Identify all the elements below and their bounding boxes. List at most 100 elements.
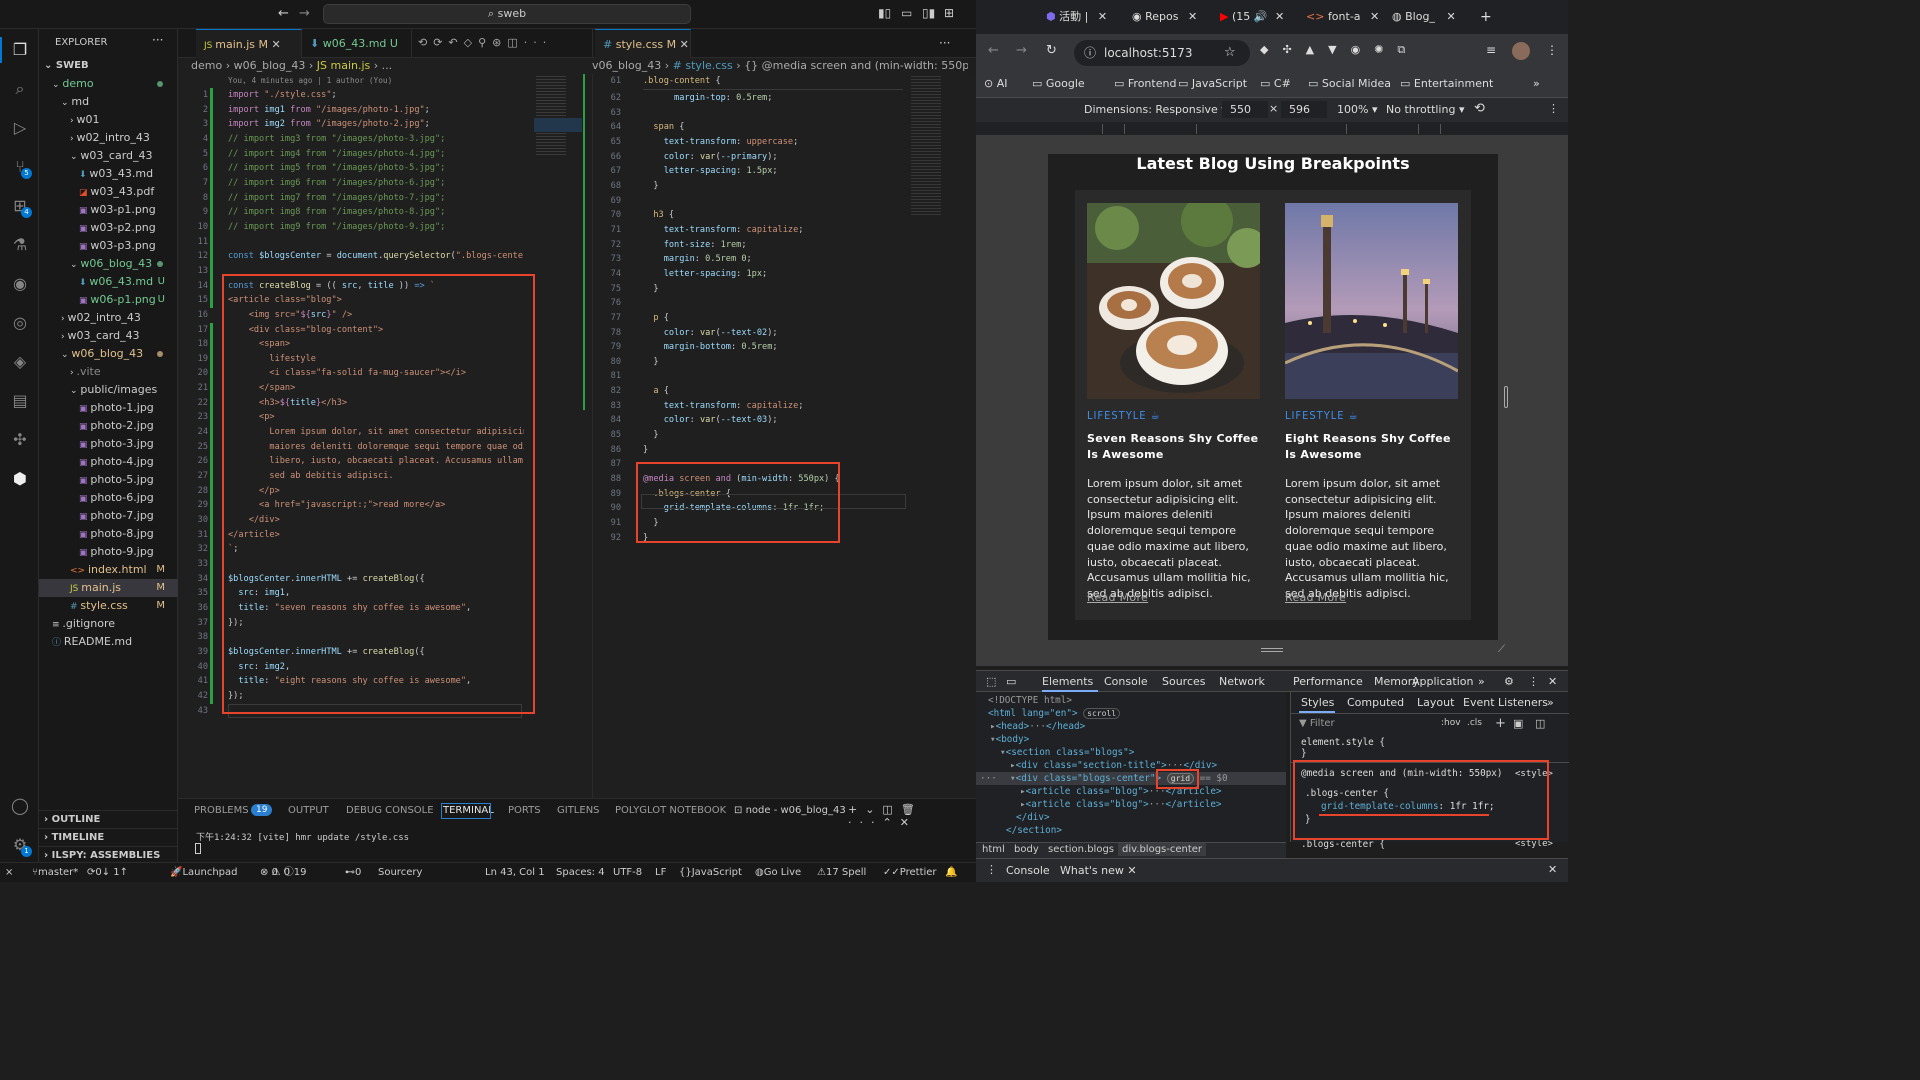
- problems-status[interactable]: ⊗ 0 ⚠ 0 ⓘ 19: [260, 863, 306, 882]
- bookmark-1[interactable]: ▭ Google: [1032, 77, 1085, 90]
- rotate-icon[interactable]: ⟲: [1474, 101, 1485, 116]
- devtools-close-icon[interactable]: ✕: [1548, 675, 1557, 688]
- hov-toggle[interactable]: :hov: [1441, 718, 1461, 728]
- panel-tab-polyglot-notebook[interactable]: POLYGLOT NOTEBOOK: [615, 805, 726, 816]
- width-input[interactable]: 550: [1222, 101, 1268, 118]
- drawer-tab-whats-new[interactable]: What's new ✕: [1060, 864, 1137, 877]
- devtools-settings-icon[interactable]: ⚙: [1504, 675, 1514, 688]
- notifications-icon[interactable]: 🔔: [945, 863, 957, 882]
- sync-status[interactable]: ⟳ 0↓ 1↑: [87, 863, 128, 882]
- chrome-menu-icon[interactable]: ⋮: [1546, 43, 1558, 57]
- crumb-blogs-center[interactable]: div.blogs-center: [1118, 843, 1207, 856]
- launchpad-status[interactable]: 🚀 Launchpad: [170, 863, 238, 882]
- ports-status[interactable]: ⊷ 0: [345, 863, 361, 882]
- bookmark-6[interactable]: ▭ Entertainment: [1400, 77, 1493, 90]
- panel-tab-ports[interactable]: PORTS: [508, 805, 541, 816]
- style-source-link[interactable]: <style>: [1515, 769, 1553, 779]
- forward-icon[interactable]: →: [1016, 43, 1027, 58]
- address-bar[interactable]: ⓘ localhost:5173 ☆: [1074, 40, 1250, 66]
- profile-avatar[interactable]: [1512, 42, 1530, 60]
- toggle-panel-icon[interactable]: ▭: [901, 6, 912, 20]
- tab-blog-active[interactable]: ◍ Blog_ ✕: [1392, 7, 1474, 27]
- tree-item[interactable]: ≡ .gitignore: [39, 615, 178, 633]
- dom-body[interactable]: ▾<body>: [990, 733, 1029, 746]
- tree-item[interactable]: ▣ w03-p3.png: [39, 237, 178, 255]
- tree-item[interactable]: ▣ photo-9.jpg: [39, 543, 178, 561]
- device-toggle-icon[interactable]: ▭: [1006, 675, 1016, 688]
- dom-section-title[interactable]: ▸<div class="section-title">···</div>: [1010, 759, 1217, 772]
- outline-section[interactable]: › OUTLINE: [39, 810, 178, 828]
- prettier-status[interactable]: ✓✓ Prettier: [883, 863, 937, 882]
- dom-html[interactable]: <html lang="en"> scroll: [988, 707, 1121, 720]
- read-more-link[interactable]: Read More: [1087, 591, 1148, 604]
- sidebar-toggle-icon[interactable]: ◫: [1535, 717, 1545, 730]
- tree-item[interactable]: ▣ photo-2.jpg: [39, 417, 178, 435]
- tree-item[interactable]: ⬇ w06_43.md U: [39, 273, 178, 291]
- tree-item[interactable]: › w01: [39, 111, 178, 129]
- dom-div-close[interactable]: </div>: [1016, 811, 1050, 824]
- bookmark-3[interactable]: ▭ JavaScript: [1178, 77, 1247, 90]
- throttle-select[interactable]: No throttling ▾: [1386, 103, 1464, 116]
- devtools-tab-sources[interactable]: Sources: [1162, 675, 1206, 688]
- crumb-body[interactable]: body: [1014, 844, 1039, 855]
- crumb-section[interactable]: section.blogs: [1048, 844, 1114, 855]
- crumb-html[interactable]: html: [982, 844, 1005, 855]
- panel-actions-icons[interactable]: +⌄◫🗑···⌃✕: [848, 803, 976, 829]
- devtools-tab-performance[interactable]: Performance: [1293, 675, 1363, 688]
- bookmark-star-icon[interactable]: ☆: [1224, 40, 1236, 66]
- extension-icons[interactable]: ◆✣▲▼◉✺⧉: [1260, 43, 1419, 57]
- cursor-position[interactable]: Ln 43, Col 1: [485, 863, 545, 882]
- tree-item[interactable]: JS main.js M: [39, 579, 178, 597]
- tree-item[interactable]: ▣ photo-6.jpg: [39, 489, 178, 507]
- more-tabs-icon[interactable]: »: [1478, 675, 1485, 688]
- rule-declaration[interactable]: grid-template-columns: 1fr 1fr;: [1321, 801, 1495, 812]
- run-debug-icon[interactable]: ▷: [7, 115, 33, 141]
- tab-1[interactable]: ⬢ 活動 | ✕: [1046, 7, 1116, 27]
- terminal-output[interactable]: 下午1:24:32 [vite] hmr update /style.css: [196, 830, 409, 843]
- tree-item[interactable]: ▣ photo-1.jpg: [39, 399, 178, 417]
- styles-tab-computed[interactable]: Computed: [1347, 696, 1404, 709]
- read-more-link[interactable]: Read More: [1285, 591, 1346, 604]
- element-style-rule[interactable]: element.style {}: [1301, 737, 1385, 759]
- code-style-css[interactable]: margin-top: 0.5rem; span { text-transfor…: [643, 91, 913, 545]
- style-source-link-2[interactable]: <style>: [1515, 839, 1553, 849]
- language-mode[interactable]: {} JavaScript: [679, 863, 742, 882]
- close-icon[interactable]: ✕: [680, 38, 689, 51]
- workspace-root[interactable]: ⌄ SWEB: [39, 57, 178, 75]
- tree-item[interactable]: ▣ photo-5.jpg: [39, 471, 178, 489]
- tree-item[interactable]: › .vite: [39, 363, 178, 381]
- search-icon[interactable]: ⌕: [7, 76, 33, 102]
- more-actions-icon[interactable]: ···: [152, 33, 163, 47]
- remote-icon[interactable]: ⨯: [5, 863, 13, 882]
- tab-3[interactable]: ▶ (15 🔊 ✕: [1220, 7, 1292, 27]
- reload-icon[interactable]: ↻: [1046, 43, 1057, 58]
- device-menu-icon[interactable]: ⋮: [1548, 102, 1559, 115]
- bookmark-5[interactable]: ▭ Social Midea: [1308, 77, 1391, 90]
- tree-item[interactable]: ⌄ public/images: [39, 381, 178, 399]
- media-query-ruler[interactable]: [976, 122, 1568, 136]
- resize-corner-icon[interactable]: ⟋: [1498, 644, 1505, 655]
- left-editor[interactable]: You, 4 minutes ago | 1 author (You) 1 2 …: [178, 74, 592, 798]
- tree-item[interactable]: ▣ photo-4.jpg: [39, 453, 178, 471]
- command-center-search[interactable]: ⌕ sweb: [323, 4, 691, 24]
- close-icon[interactable]: ✕: [272, 38, 281, 51]
- tree-item[interactable]: › w03_card_43: [39, 327, 178, 345]
- account-icon[interactable]: ◯: [7, 793, 33, 819]
- grid-badge[interactable]: grid: [1166, 773, 1195, 784]
- tree-item[interactable]: ▣ photo-3.jpg: [39, 435, 178, 453]
- bookmark-2[interactable]: ▭ Frontend: [1114, 77, 1176, 90]
- tree-item[interactable]: ⌄ md: [39, 93, 178, 111]
- eol[interactable]: LF: [655, 863, 666, 882]
- styles-tab-styles[interactable]: Styles: [1301, 696, 1334, 709]
- drawer-menu-icon[interactable]: ⋮: [986, 863, 997, 876]
- devtools-tab-console[interactable]: Console: [1104, 675, 1148, 688]
- back-arrow-icon[interactable]: ←: [278, 6, 289, 21]
- minimap[interactable]: [534, 74, 586, 414]
- devtools-tab-network[interactable]: Network: [1219, 675, 1265, 688]
- height-input[interactable]: 596: [1281, 101, 1327, 118]
- tree-item[interactable]: › w02_intro_43: [39, 309, 178, 327]
- tree-item[interactable]: › w02_intro_43: [39, 129, 178, 147]
- panel-tab-problems[interactable]: PROBLEMS: [194, 805, 249, 816]
- site-info-icon[interactable]: ⓘ: [1084, 40, 1096, 66]
- dom-blogs-center[interactable]: ▾<div class="blogs-center"> grid == $0: [1010, 772, 1228, 785]
